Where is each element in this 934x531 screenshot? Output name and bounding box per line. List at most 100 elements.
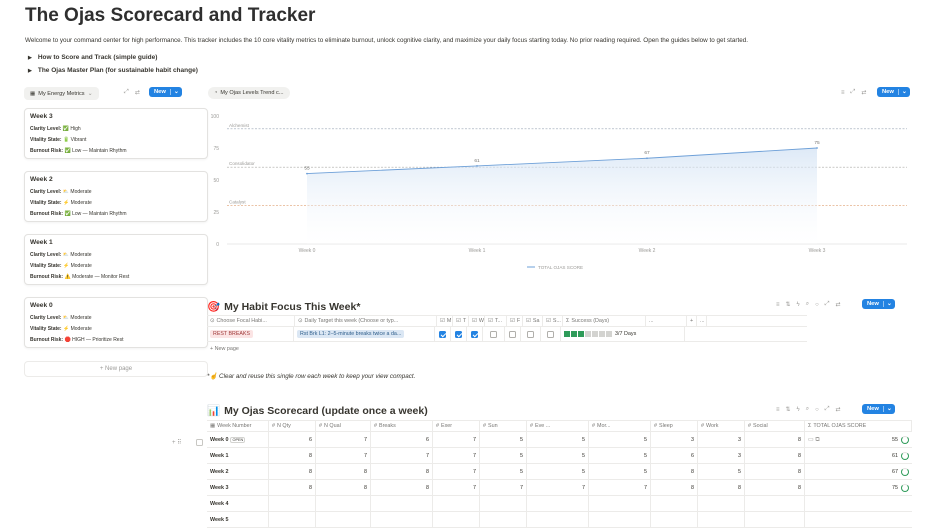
score-row[interactable]: Week 4 bbox=[207, 496, 912, 512]
score-cell[interactable]: 6 bbox=[651, 448, 698, 463]
day-checkbox[interactable] bbox=[471, 330, 478, 338]
score-cell[interactable]: 5 bbox=[698, 464, 745, 479]
score-cell[interactable]: 8 bbox=[371, 480, 433, 495]
expand-icon[interactable]: ⤢ bbox=[825, 301, 830, 308]
score-cell[interactable] bbox=[745, 496, 805, 511]
score-col-header[interactable]: # Breaks bbox=[371, 421, 433, 431]
scorecard-new-button[interactable]: New ⌄ bbox=[862, 404, 895, 414]
score-cell[interactable]: 5 bbox=[589, 448, 651, 463]
score-cell[interactable]: 6 bbox=[269, 432, 316, 447]
habit-col-header[interactable]: + bbox=[687, 316, 697, 326]
expand-icon[interactable]: ⤢ bbox=[124, 89, 129, 96]
score-cell[interactable] bbox=[480, 512, 527, 527]
score-col-header[interactable]: # Exer bbox=[433, 421, 480, 431]
score-cell[interactable] bbox=[371, 512, 433, 527]
score-cell[interactable] bbox=[269, 496, 316, 511]
score-row[interactable]: Week 1 8 7 7 7 5 5 5 6 3 8 61 bbox=[207, 448, 912, 464]
expand-icon[interactable]: ⤢ bbox=[825, 406, 830, 413]
score-cell[interactable]: 8 bbox=[745, 432, 805, 447]
day-checkbox[interactable] bbox=[547, 330, 554, 338]
target-tag[interactable]: Rst Brk L1: 2–5-minute breaks twice a da… bbox=[297, 330, 405, 338]
score-cell[interactable]: 7 bbox=[527, 480, 589, 495]
view-tab-energy-metrics[interactable]: ▦ My Energy Metrics ⌄ bbox=[24, 87, 99, 100]
score-cell[interactable]: 7 bbox=[480, 480, 527, 495]
score-cell[interactable]: 5 bbox=[589, 464, 651, 479]
habit-col-header[interactable]: ☑ M bbox=[437, 316, 453, 326]
habit-tag[interactable]: REST BREAKS bbox=[210, 330, 253, 338]
add-row-icon[interactable]: + ⠿ bbox=[172, 439, 182, 446]
habit-row[interactable]: REST BREAKS Rst Brk L1: 2–5-minute break… bbox=[207, 327, 807, 342]
score-cell[interactable]: 5 bbox=[480, 448, 527, 463]
score-cell[interactable] bbox=[698, 512, 745, 527]
settings-icon[interactable]: ⇄ bbox=[861, 89, 866, 96]
score-cell[interactable]: 8 bbox=[745, 480, 805, 495]
score-col-header[interactable]: # Mor... bbox=[589, 421, 651, 431]
score-cell[interactable]: 7 bbox=[589, 480, 651, 495]
gallery-card[interactable]: Week 1 Clarity Level: ⛅ Moderate Vitalit… bbox=[24, 234, 208, 285]
score-cell[interactable] bbox=[589, 512, 651, 527]
search-icon[interactable]: ○ bbox=[815, 302, 819, 308]
habit-col-header[interactable]: Σ Success (Days) bbox=[563, 316, 646, 326]
score-cell[interactable] bbox=[433, 496, 480, 511]
score-cell[interactable]: 8 bbox=[269, 464, 316, 479]
score-cell[interactable]: 3 bbox=[651, 432, 698, 447]
score-col-header[interactable]: # N Qual bbox=[316, 421, 371, 431]
habit-col-header[interactable]: ☑ T... bbox=[485, 316, 507, 326]
score-cell[interactable]: 6 bbox=[371, 432, 433, 447]
score-col-header[interactable]: # N Qty bbox=[269, 421, 316, 431]
habit-new-button[interactable]: New ⌄ bbox=[862, 299, 895, 309]
score-cell[interactable] bbox=[371, 496, 433, 511]
score-row[interactable]: Week 0 OPEN 6 7 6 7 5 5 5 3 3 8 ▭ ⧉ 55 bbox=[207, 432, 912, 448]
chart-new-button[interactable]: New ⌄ bbox=[877, 87, 910, 97]
score-col-header[interactable]: # Sleep bbox=[651, 421, 698, 431]
habit-col-header[interactable]: ⊙ Daily Target this week (Choose or typ..… bbox=[295, 316, 437, 326]
score-cell[interactable]: 5 bbox=[527, 464, 589, 479]
score-cell[interactable] bbox=[527, 512, 589, 527]
expand-icon[interactable]: ⤢ bbox=[851, 89, 856, 96]
search-icon[interactable]: ⌕ bbox=[806, 406, 809, 413]
score-col-header[interactable]: # Work bbox=[698, 421, 745, 431]
sort-icon[interactable]: ⇅ bbox=[786, 406, 791, 413]
comment-icon[interactable]: ▭ ⧉ bbox=[808, 436, 820, 444]
score-cell[interactable]: 8 bbox=[651, 464, 698, 479]
score-cell[interactable] bbox=[316, 512, 371, 527]
score-cell[interactable]: 8 bbox=[316, 464, 371, 479]
day-checkbox[interactable] bbox=[527, 330, 534, 338]
gallery-card[interactable]: Week 3 Clarity Level: ✅ High Vitality St… bbox=[24, 108, 208, 159]
score-col-header[interactable]: # Sun bbox=[480, 421, 527, 431]
gallery-new-button[interactable]: New ⌄ bbox=[149, 87, 182, 97]
score-cell[interactable] bbox=[651, 496, 698, 511]
gallery-new-page[interactable]: + New page bbox=[24, 361, 208, 377]
day-checkbox[interactable] bbox=[455, 330, 462, 338]
habit-col-header[interactable]: ☑ W bbox=[469, 316, 485, 326]
habit-col-header[interactable]: ☑ F bbox=[507, 316, 523, 326]
habit-new-page[interactable]: + New page bbox=[207, 342, 807, 356]
score-row[interactable]: Week 2 8 8 8 7 5 5 5 8 5 8 67 bbox=[207, 464, 912, 480]
score-cell[interactable]: 5 bbox=[527, 448, 589, 463]
lightning-icon[interactable]: ϟ bbox=[797, 407, 800, 413]
score-cell[interactable]: 7 bbox=[316, 432, 371, 447]
toggle-master-plan[interactable]: ▶ The Ojas Master Plan (for sustainable h… bbox=[28, 67, 198, 74]
score-cell[interactable]: 5 bbox=[589, 432, 651, 447]
score-cell[interactable]: 7 bbox=[433, 432, 480, 447]
score-cell[interactable] bbox=[269, 512, 316, 527]
score-cell[interactable] bbox=[527, 496, 589, 511]
score-cell[interactable]: 5 bbox=[480, 432, 527, 447]
day-checkbox[interactable] bbox=[509, 330, 516, 338]
score-cell[interactable]: 8 bbox=[316, 480, 371, 495]
score-cell[interactable]: 5 bbox=[527, 432, 589, 447]
day-checkbox[interactable] bbox=[439, 330, 446, 338]
chevron-down-icon[interactable]: ⌄ bbox=[882, 406, 892, 412]
chevron-down-icon[interactable]: ⌄ bbox=[897, 89, 907, 95]
filter-icon[interactable]: ⇄ bbox=[135, 89, 140, 96]
score-cell[interactable]: 3 bbox=[698, 448, 745, 463]
score-cell[interactable]: 3 bbox=[698, 432, 745, 447]
view-tab-ojas-trend[interactable]: ◔ My Ojas Levels Trend c... bbox=[208, 87, 290, 99]
lightning-icon[interactable]: ϟ bbox=[797, 302, 800, 308]
score-cell[interactable]: 7 bbox=[433, 480, 480, 495]
sort-icon[interactable]: ⇅ bbox=[786, 301, 791, 308]
chevron-down-icon[interactable]: ⌄ bbox=[169, 89, 179, 95]
filter-icon[interactable]: ≡ bbox=[776, 407, 780, 413]
score-cell[interactable]: 8 bbox=[698, 480, 745, 495]
score-row[interactable]: Week 5 bbox=[207, 512, 912, 528]
